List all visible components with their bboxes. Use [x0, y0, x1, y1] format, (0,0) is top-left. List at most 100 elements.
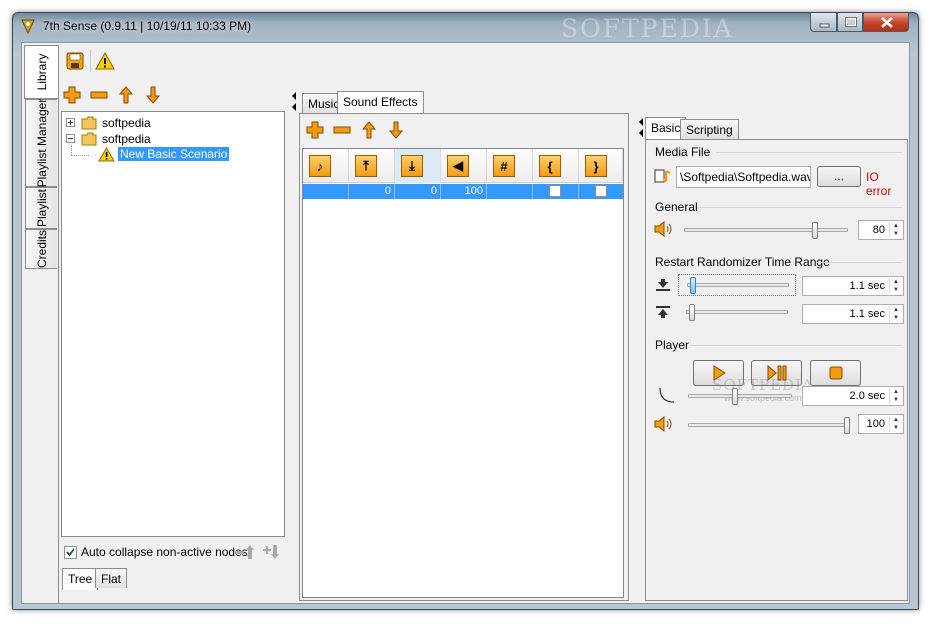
minus-icon — [333, 126, 351, 134]
effects-pane: Music Sound Effects ♪ ⤒ ⤓ ◀ # {} 0 0 10… — [299, 91, 629, 601]
remove-effect-button[interactable] — [332, 120, 352, 140]
side-tab-library[interactable]: Library — [24, 45, 58, 99]
spinner-value: 2.0 sec — [849, 390, 885, 402]
close-button[interactable] — [863, 13, 909, 32]
row-checkbox[interactable] — [549, 185, 561, 197]
range-max-spinner[interactable]: 1.1 sec ▲ ▼ — [802, 304, 904, 324]
minimize-icon — [819, 23, 830, 28]
maximize-icon — [845, 17, 857, 27]
tab-scripting[interactable]: Scripting — [680, 119, 739, 139]
effects-table[interactable]: ♪ ⤒ ⤓ ◀ # { } 0 0 100 — [302, 148, 624, 598]
save-button[interactable] — [65, 51, 85, 71]
player-volume-icon — [654, 416, 672, 432]
app-logo-icon — [21, 19, 35, 34]
media-file-input[interactable]: \Softpedia\Softpedia.wav — [676, 166, 811, 188]
header-number[interactable]: # — [487, 149, 533, 183]
header-volume[interactable]: ◀ — [441, 149, 487, 183]
splitter-arrows-icon[interactable] — [638, 117, 644, 139]
general-volume-slider[interactable] — [684, 228, 848, 232]
header-bracket-right[interactable]: } — [579, 149, 623, 183]
spinner-value: 100 — [866, 418, 885, 430]
tab-label: Scripting — [686, 123, 733, 137]
range-min-thumb[interactable] — [690, 277, 696, 294]
header-music-note[interactable]: ♪ — [303, 149, 349, 183]
fade-time-slider[interactable] — [688, 394, 792, 398]
range-min-slider-focus[interactable] — [678, 274, 796, 296]
range-min-spinner[interactable]: 1.1 sec ▲ ▼ — [802, 276, 904, 296]
move-effect-down-button[interactable] — [386, 120, 406, 140]
spinner-arrows-icon[interactable]: ▲ ▼ — [889, 222, 902, 238]
maximize-button[interactable] — [837, 13, 863, 32]
side-tab-label: Credits — [34, 229, 49, 269]
player-volume-thumb[interactable] — [844, 417, 850, 434]
side-tab-playlist[interactable]: Playlist — [25, 187, 57, 229]
browse-button[interactable]: ... — [817, 166, 861, 187]
library-tree[interactable]: softpedia softpedia New Basic Scenario — [61, 111, 285, 537]
save-icon — [66, 52, 84, 70]
cell-fade-out: 0 — [395, 184, 441, 199]
player-volume-spinner[interactable]: 100 ▲ ▼ — [858, 414, 904, 434]
side-tab-playlist-manager[interactable]: Playlist Manager — [25, 99, 57, 187]
cell-number — [487, 184, 533, 199]
fade-time-thumb[interactable] — [732, 388, 738, 405]
title-bar[interactable]: 7th Sense (0.9.11 | 10/19/11 10:33 PM) S… — [13, 13, 918, 43]
spinner-arrows-icon[interactable]: ▲ ▼ — [889, 416, 902, 432]
minimize-button[interactable] — [810, 13, 837, 32]
tab-label: Music — [308, 97, 340, 111]
tab-label: Flat — [101, 572, 122, 586]
tab-label: Basic — [651, 121, 681, 135]
client-area: Library Playlist Manager Playlist Credit… — [21, 42, 910, 604]
fade-curve-icon — [659, 387, 675, 403]
side-tab-credits[interactable]: Credits — [25, 229, 57, 269]
close-icon — [881, 17, 893, 28]
plus-icon — [306, 121, 324, 139]
header-fade-out[interactable]: ⤓ — [395, 149, 441, 183]
tab-sound-effects[interactable]: Sound Effects — [337, 91, 424, 113]
player-volume-slider[interactable] — [688, 423, 848, 427]
volume-icon: ◀ — [447, 155, 469, 177]
collapse-icon[interactable] — [66, 134, 75, 143]
splitter-arrows-icon[interactable] — [291, 91, 297, 113]
table-row[interactable]: 0 0 100 — [303, 184, 623, 199]
auto-collapse-checkbox[interactable] — [64, 546, 77, 559]
warning-button[interactable] — [95, 51, 115, 71]
row-checkbox[interactable] — [595, 185, 607, 197]
general-volume-spinner[interactable]: 80 ▲ ▼ — [858, 220, 904, 240]
tree-node[interactable]: softpedia — [66, 131, 266, 147]
section-divider — [816, 262, 902, 263]
fade-out-icon: ⤓ — [401, 155, 423, 177]
general-volume-thumb[interactable] — [812, 222, 818, 239]
fade-time-spinner[interactable]: 2.0 sec ▲ ▼ — [802, 386, 904, 406]
basic-content: Media File \Softpedia\Softpedia.wav ... … — [645, 139, 908, 601]
expand-down-icon[interactable] — [260, 543, 282, 561]
header-bracket-left[interactable]: { — [533, 149, 579, 183]
move-up-button[interactable] — [116, 85, 136, 105]
range-min-slider[interactable] — [687, 283, 789, 287]
spinner-arrows-icon[interactable]: ▲ ▼ — [889, 278, 902, 294]
spinner-arrows-icon[interactable]: ▲ ▼ — [889, 388, 902, 404]
arrow-up-icon — [362, 121, 376, 139]
stop-button[interactable] — [810, 360, 861, 386]
add-button[interactable] — [62, 85, 82, 105]
tree-node[interactable]: softpedia — [66, 115, 266, 131]
side-tab-label: Playlist Manager — [34, 98, 49, 188]
range-max-thumb[interactable] — [689, 304, 695, 321]
arrow-up-icon — [119, 86, 133, 104]
move-effect-up-button[interactable] — [359, 120, 379, 140]
spinner-arrows-icon[interactable]: ▲ ▼ — [889, 306, 902, 322]
tab-label: Tree — [68, 572, 93, 586]
range-max-slider[interactable] — [686, 310, 788, 314]
tree-node-selected[interactable]: New Basic Scenario — [98, 147, 278, 163]
library-panel: softpedia softpedia New Basic Scenario A… — [58, 45, 909, 603]
header-fade-in[interactable]: ⤒ — [349, 149, 395, 183]
move-down-button[interactable] — [143, 85, 163, 105]
collapse-up-icon[interactable] — [235, 543, 257, 561]
expand-icon[interactable] — [66, 118, 75, 127]
add-effect-button[interactable] — [305, 120, 325, 140]
tab-flat[interactable]: Flat — [95, 568, 128, 588]
tab-tree[interactable]: Tree — [62, 568, 99, 590]
check-icon — [66, 548, 75, 557]
section-divider — [716, 152, 902, 153]
remove-button[interactable] — [89, 85, 109, 105]
effects-content: ♪ ⤒ ⤓ ◀ # { } 0 0 100 — [299, 113, 629, 601]
